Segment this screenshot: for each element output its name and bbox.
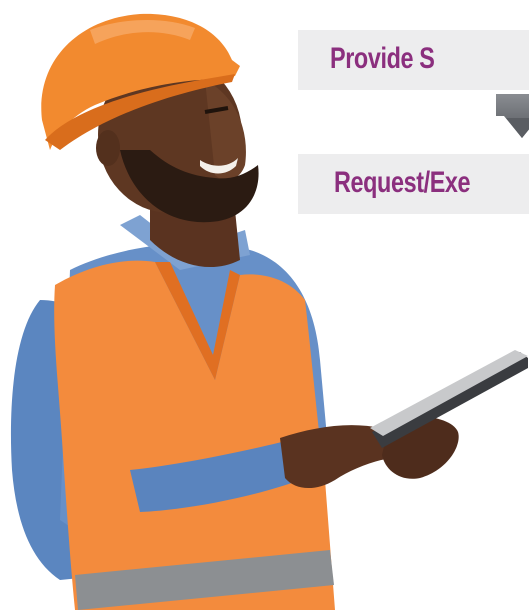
worker-photo (10, 13, 528, 610)
